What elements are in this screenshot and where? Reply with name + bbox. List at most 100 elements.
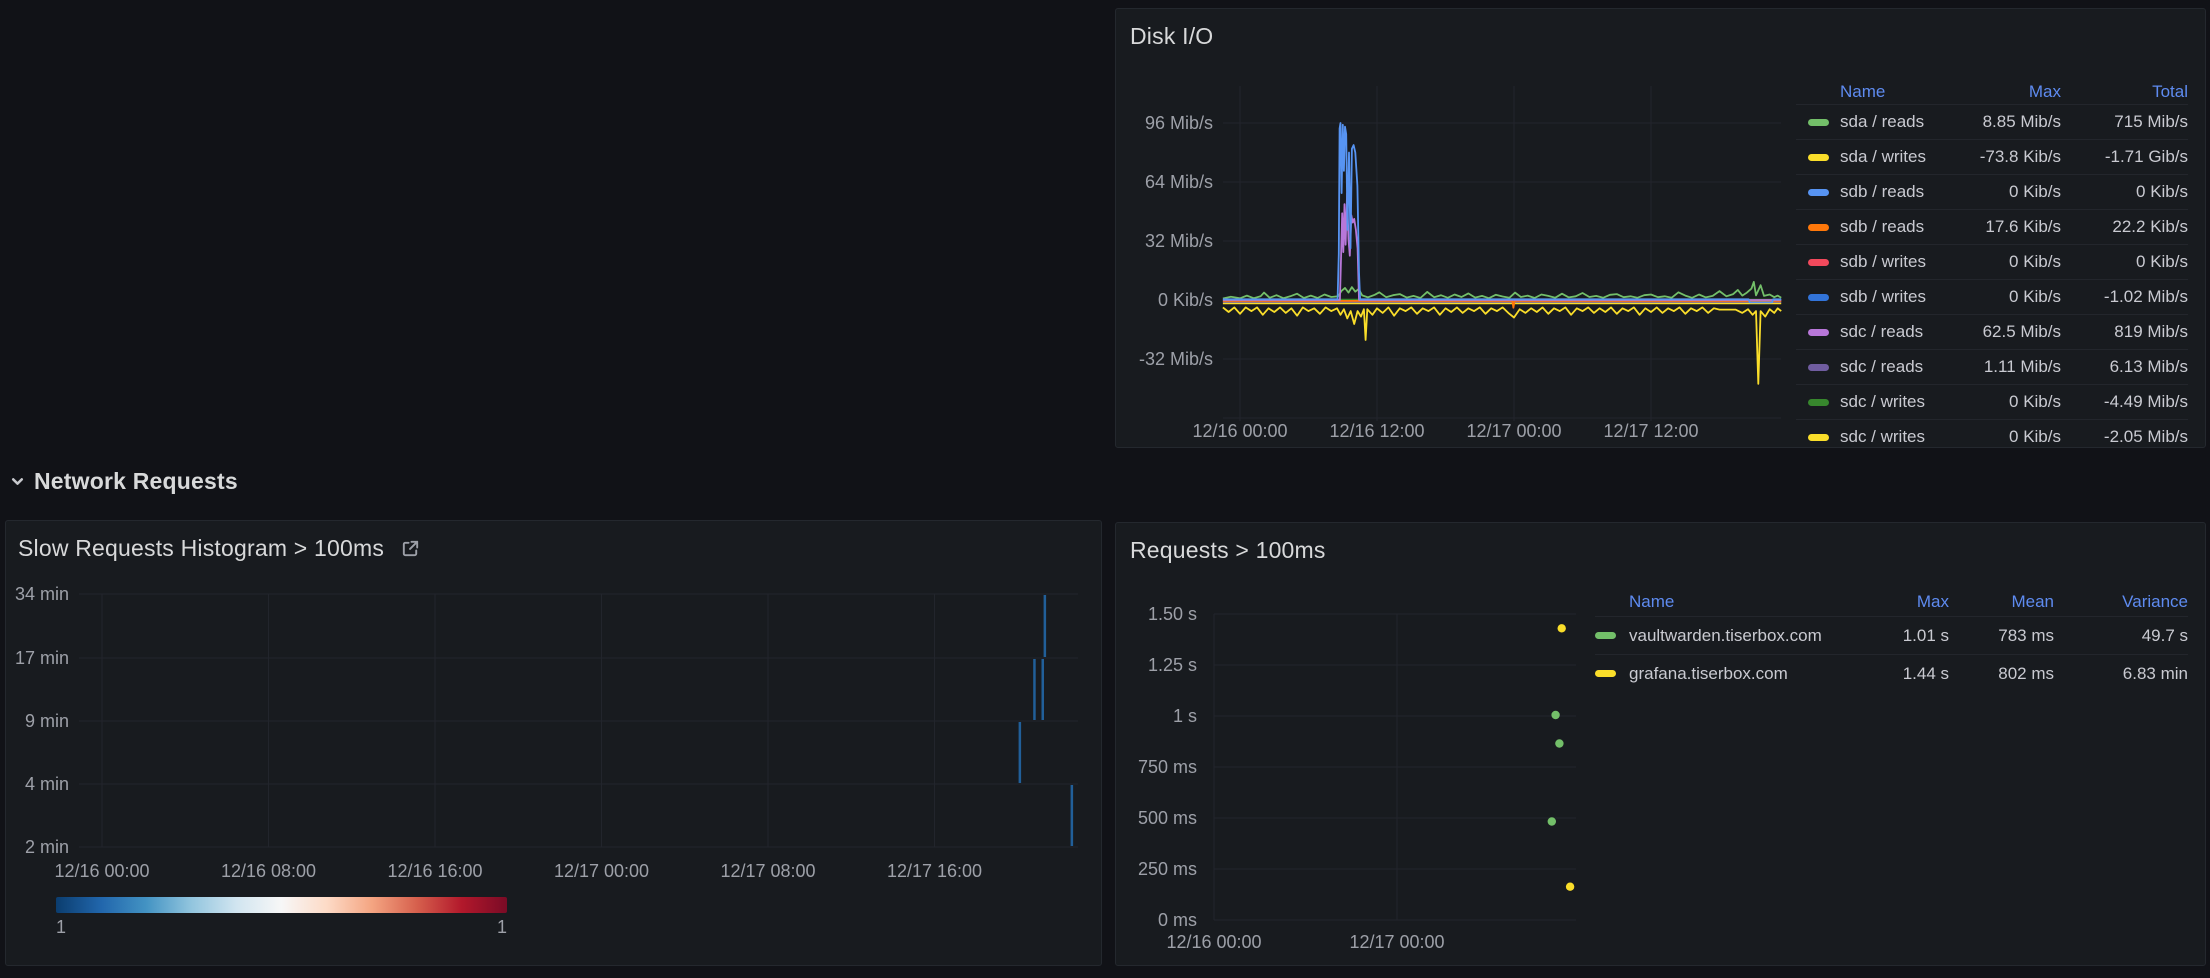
disk-legend-cell-name[interactable]: sdb / writes [1840, 287, 1951, 307]
svg-text:12/16 08:00: 12/16 08:00 [221, 861, 316, 881]
series-color-swatch [1808, 119, 1829, 126]
disk-legend-col-total[interactable]: Total [2061, 82, 2188, 102]
requests-legend-col-mean[interactable]: Mean [1949, 592, 2054, 612]
svg-text:12/17 16:00: 12/17 16:00 [887, 861, 982, 881]
disk-legend-cell-max: 0 Kib/s [1951, 427, 2061, 447]
panel-title-requests[interactable]: Requests > 100ms [1130, 537, 1326, 564]
disk-legend-row[interactable]: sdb / writes0 Kib/s0 Kib/s [1796, 244, 2188, 279]
requests-legend-cell-variance: 49.7 s [2054, 626, 2188, 646]
scale-max-label: 1 [497, 917, 507, 938]
series-color-swatch [1808, 294, 1829, 301]
disk-legend-cell-max: 0 Kib/s [1951, 287, 2061, 307]
svg-text:12/16 00:00: 12/16 00:00 [1192, 421, 1287, 441]
disk-legend-cell-max: 0 Kib/s [1951, 182, 2061, 202]
series-color-swatch [1808, 399, 1829, 406]
disk-legend-header-row: NameMaxTotal [1796, 79, 2188, 104]
svg-text:32 Mib/s: 32 Mib/s [1145, 231, 1213, 251]
disk-legend-row[interactable]: sdc / reads1.11 Mib/s6.13 Mib/s [1796, 349, 2188, 384]
svg-text:12/16 16:00: 12/16 16:00 [387, 861, 482, 881]
disk-legend-row[interactable]: sdb / writes0 Kib/s-1.02 Mib/s [1796, 279, 2188, 314]
svg-text:2 min: 2 min [25, 837, 69, 857]
section-network-requests[interactable]: Network Requests [10, 468, 238, 495]
chevron-down-icon [10, 474, 25, 489]
requests-legend-cell-variance: 6.83 min [2054, 664, 2188, 684]
disk-legend-cell-max: 8.85 Mib/s [1951, 112, 2061, 132]
disk-legend-row[interactable]: sda / writes-73.8 Kib/s-1.71 Gib/s [1796, 139, 2188, 174]
svg-text:750 ms: 750 ms [1138, 757, 1197, 777]
heatmap-cell [1019, 722, 1022, 783]
disk-legend-cell-name[interactable]: sda / reads [1840, 112, 1951, 132]
svg-text:1.50 s: 1.50 s [1148, 604, 1197, 624]
disk-legend-cell-name[interactable]: sdb / reads [1840, 217, 1951, 237]
disk-legend-col-max[interactable]: Max [1951, 82, 2061, 102]
requests-legend-cell-mean: 802 ms [1949, 664, 2054, 684]
requests-legend-col-variance[interactable]: Variance [2054, 592, 2188, 612]
disk-io-legend-table: NameMaxTotalsda / reads8.85 Mib/s715 Mib… [1796, 79, 2188, 448]
series-color-swatch [1808, 259, 1829, 266]
requests-legend-cell-name[interactable]: grafana.tiserbox.com [1629, 664, 1839, 684]
external-link-icon[interactable] [400, 538, 421, 559]
requests-legend-col-name[interactable]: Name [1629, 592, 1839, 612]
disk-legend-cell-max: 0 Kib/s [1951, 392, 2061, 412]
disk-legend-row[interactable]: sdb / reads0 Kib/s0 Kib/s [1796, 174, 2188, 209]
svg-text:1 s: 1 s [1173, 706, 1197, 726]
requests-legend-cell-name[interactable]: vaultwarden.tiserbox.com [1629, 626, 1839, 646]
dashboard-canvas: 96 Mib/s64 Mib/s32 Mib/s0 Kib/s-32 Mib/s… [0, 0, 2210, 978]
disk-legend-cell-total: 6.13 Mib/s [2061, 357, 2188, 377]
series-color-swatch [1808, 434, 1829, 441]
requests-legend-row[interactable]: grafana.tiserbox.com1.44 s802 ms6.83 min [1595, 654, 2188, 692]
svg-text:12/17 00:00: 12/17 00:00 [554, 861, 649, 881]
disk-legend-cell-total: -2.05 Mib/s [2061, 427, 2188, 447]
panel-title-text: Slow Requests Histogram > 100ms [18, 535, 384, 562]
disk-legend-cell-name[interactable]: sdc / reads [1840, 322, 1951, 342]
disk-legend-row[interactable]: sdc / writes0 Kib/s-4.49 Mib/s [1796, 384, 2188, 419]
series-color-swatch [1808, 154, 1829, 161]
disk-legend-cell-max: 17.6 Kib/s [1951, 217, 2061, 237]
svg-text:12/17 12:00: 12/17 12:00 [1603, 421, 1698, 441]
requests-legend-cell-max: 1.44 s [1839, 664, 1949, 684]
heatmap-cell [1071, 785, 1074, 846]
disk-legend-cell-name[interactable]: sda / writes [1840, 147, 1951, 167]
disk-legend-cell-name[interactable]: sdc / reads [1840, 357, 1951, 377]
requests-legend-header-row: NameMaxMeanVariance [1595, 588, 2188, 616]
scale-min-label: 1 [56, 917, 66, 938]
disk-legend-cell-name[interactable]: sdc / writes [1840, 427, 1951, 447]
scatter-point [1555, 739, 1563, 747]
panel-title-slow-requests[interactable]: Slow Requests Histogram > 100ms [18, 535, 421, 562]
disk-legend-cell-name[interactable]: sdc / writes [1840, 392, 1951, 412]
svg-text:-32 Mib/s: -32 Mib/s [1139, 349, 1213, 369]
panel-requests-100ms: 1.50 s1.25 s1 s750 ms500 ms250 ms0 ms12/… [1115, 522, 2206, 966]
disk-legend-cell-max: 0 Kib/s [1951, 252, 2061, 272]
disk-legend-row[interactable]: sdc / writes0 Kib/s-2.05 Mib/s [1796, 419, 2188, 448]
requests-legend-row[interactable]: vaultwarden.tiserbox.com1.01 s783 ms49.7… [1595, 616, 2188, 654]
svg-text:9 min: 9 min [25, 711, 69, 731]
scatter-point [1558, 624, 1566, 632]
svg-text:12/16 00:00: 12/16 00:00 [1166, 932, 1261, 952]
disk-legend-row[interactable]: sdb / reads17.6 Kib/s22.2 Kib/s [1796, 209, 2188, 244]
svg-text:0 ms: 0 ms [1158, 910, 1197, 930]
svg-text:17 min: 17 min [15, 648, 69, 668]
svg-text:500 ms: 500 ms [1138, 808, 1197, 828]
svg-text:12/17 00:00: 12/17 00:00 [1466, 421, 1561, 441]
disk-legend-cell-max: -73.8 Kib/s [1951, 147, 2061, 167]
svg-text:96 Mib/s: 96 Mib/s [1145, 113, 1213, 133]
section-title: Network Requests [34, 468, 238, 495]
heatmap-cell [1042, 659, 1045, 720]
requests-legend-table: NameMaxMeanVariancevaultwarden.tiserbox.… [1595, 588, 2188, 692]
series-sdc-reads-spike [1223, 193, 1781, 300]
disk-legend-cell-name[interactable]: sdb / writes [1840, 252, 1951, 272]
disk-legend-cell-total: -1.02 Mib/s [2061, 287, 2188, 307]
disk-legend-col-name[interactable]: Name [1840, 82, 1951, 102]
panel-title-disk-io[interactable]: Disk I/O [1130, 23, 1213, 50]
series-sda-reads [1223, 282, 1781, 299]
svg-text:34 min: 34 min [15, 584, 69, 604]
disk-legend-cell-name[interactable]: sdb / reads [1840, 182, 1951, 202]
svg-text:250 ms: 250 ms [1138, 859, 1197, 879]
disk-legend-row[interactable]: sdc / reads62.5 Mib/s819 Mib/s [1796, 314, 2188, 349]
requests-legend-cell-mean: 783 ms [1949, 626, 2054, 646]
svg-text:12/17 00:00: 12/17 00:00 [1349, 932, 1444, 952]
disk-legend-row[interactable]: sda / reads8.85 Mib/s715 Mib/s [1796, 104, 2188, 139]
heatmap-scale-labels: 1 1 [56, 917, 507, 938]
requests-legend-col-max[interactable]: Max [1839, 592, 1949, 612]
series-color-swatch [1595, 670, 1616, 677]
